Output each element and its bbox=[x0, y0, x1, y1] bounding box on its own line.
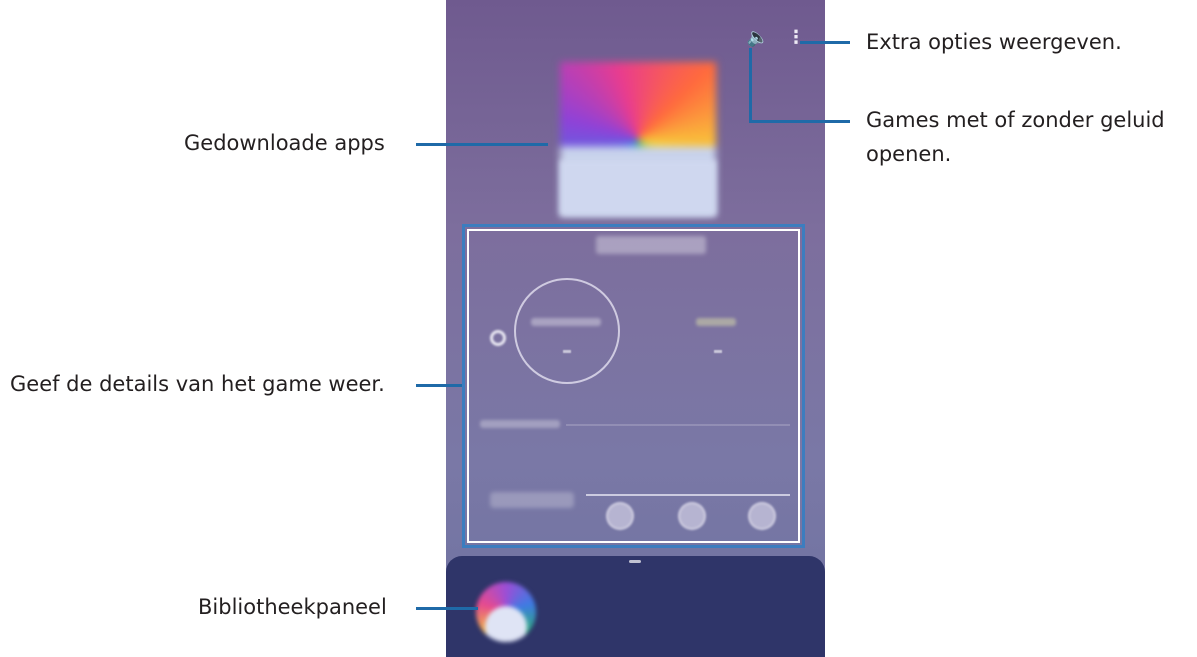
stat-label bbox=[696, 318, 736, 326]
callout-library-panel: Bibliotheekpaneel bbox=[198, 595, 387, 619]
callout-sound-line1: Games met of zonder geluid bbox=[866, 108, 1165, 132]
callout-sound-line2: openen. bbox=[866, 142, 952, 166]
callout-line-library-panel bbox=[416, 607, 478, 610]
speaker-icon[interactable]: 🔈 bbox=[747, 28, 769, 48]
playtime-value bbox=[563, 350, 571, 353]
action-button-3[interactable] bbox=[748, 502, 776, 530]
game-title bbox=[596, 236, 706, 254]
callout-line-sound-vertical bbox=[749, 48, 752, 122]
gear-icon[interactable] bbox=[490, 330, 506, 346]
details-row-label bbox=[480, 420, 560, 428]
callout-game-details: Geef de details van het game weer. bbox=[10, 372, 385, 396]
callout-line-downloaded-apps bbox=[416, 143, 548, 146]
details-row-divider bbox=[566, 424, 790, 426]
callout-line-game-details bbox=[416, 384, 462, 387]
more-options-icon[interactable]: ⋮ bbox=[787, 28, 805, 48]
downloaded-app-artwork-base bbox=[560, 160, 716, 216]
callout-downloaded-apps: Gedownloade apps bbox=[184, 131, 385, 155]
library-panel[interactable] bbox=[446, 556, 825, 657]
top-toolbar: 🔈 ⋮ bbox=[747, 28, 805, 48]
callout-more-options: Extra opties weergeven. bbox=[866, 30, 1122, 54]
action-button-2[interactable] bbox=[678, 502, 706, 530]
playtime-label bbox=[531, 318, 601, 326]
library-app-icon[interactable] bbox=[476, 582, 536, 642]
details-bottom-divider bbox=[586, 494, 790, 496]
panel-handle[interactable] bbox=[629, 560, 641, 563]
details-bottom-label bbox=[490, 492, 574, 508]
stat-value bbox=[714, 350, 722, 353]
callout-line-more-options bbox=[800, 41, 850, 44]
callout-line-sound bbox=[749, 120, 850, 123]
game-launcher-screen: 🔈 ⋮ bbox=[446, 0, 825, 657]
action-button-1[interactable] bbox=[606, 502, 634, 530]
playtime-ring bbox=[514, 278, 620, 384]
